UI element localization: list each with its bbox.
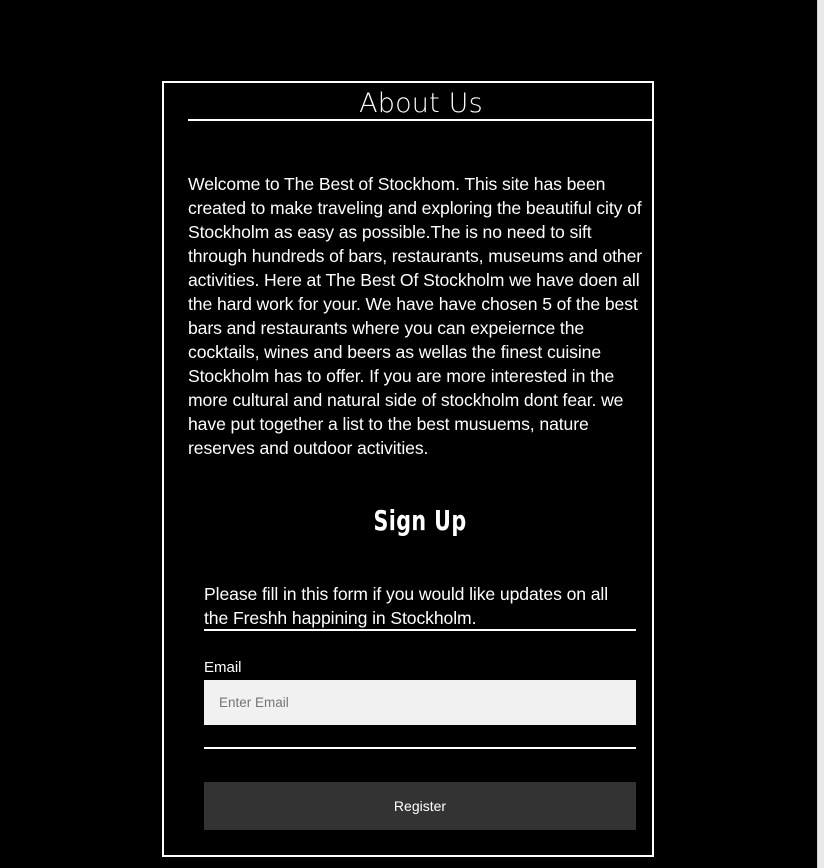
about-section: About Us Welcome to The Best of Stockhom… (162, 81, 654, 857)
about-title-divider (188, 119, 654, 121)
signup-title: Sign Up (373, 504, 467, 537)
email-label: Email (204, 659, 242, 676)
email-field[interactable] (204, 680, 636, 725)
signup-intro: Please fill in this form if you would li… (204, 584, 609, 628)
about-title: About Us (359, 88, 483, 119)
scrollbar[interactable] (818, 0, 824, 868)
signup-intro-divider (204, 629, 636, 631)
about-description: Welcome to The Best of Stockhom. This si… (188, 174, 643, 458)
register-button[interactable]: Register (204, 782, 636, 830)
form-divider (204, 747, 636, 749)
